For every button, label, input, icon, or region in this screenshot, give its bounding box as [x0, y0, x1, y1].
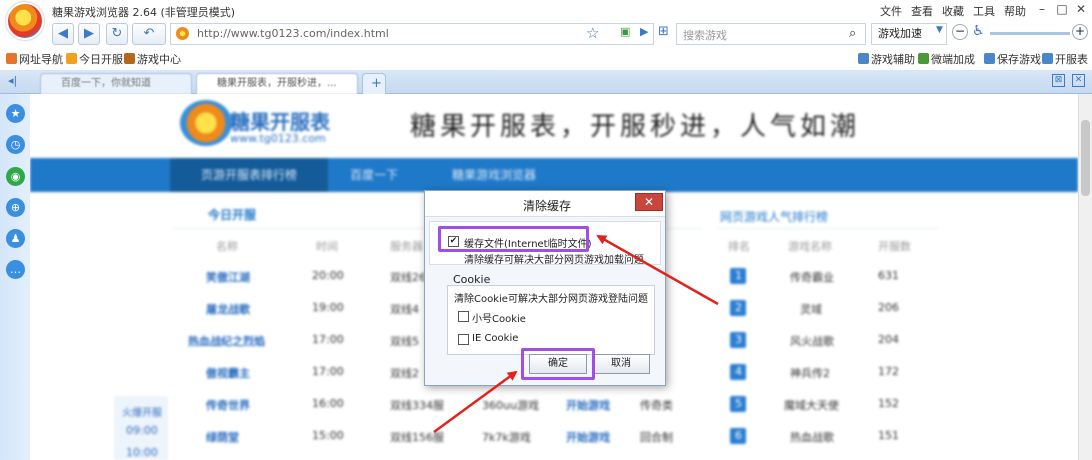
star-icon[interactable]: ★ [6, 104, 25, 123]
maximize-button[interactable]: □ [1054, 2, 1070, 16]
left-sidebar: ★ ◷ ◉ ⊕ ♟ … [0, 94, 30, 460]
bookmark-nav[interactable]: 网址导航 [6, 51, 63, 67]
menu-favorites[interactable]: 收藏 [942, 3, 964, 19]
rank-col-count: 开服数 [878, 240, 911, 253]
site-nav: 页游开服表排行榜 百度一下 糖果游戏浏览器 [30, 158, 1078, 192]
menu-view[interactable]: 查看 [911, 3, 933, 19]
minimize-button[interactable]: – [1034, 2, 1050, 16]
rank-col-rank: 排名 [728, 240, 750, 253]
tab-tg0123[interactable]: 糖果开服表，开服秒进，... [196, 73, 358, 94]
url-text[interactable]: http://www.tg0123.com/index.html [197, 27, 389, 40]
bookmark-save-game[interactable]: 保存游戏 [984, 51, 1041, 67]
bookmark-server-list[interactable]: 开服表 [1042, 51, 1088, 67]
rank-col-name: 游戏名称 [788, 240, 832, 253]
menu-help[interactable]: 帮助 [1004, 3, 1026, 19]
bookmark-today[interactable]: 今日开服 [66, 51, 123, 67]
title-bar: 糖果游戏浏览器 2.64 (非管理员模式) 文件 查看 收藏 工具 帮助 – □… [0, 0, 1092, 20]
small-cookie-label[interactable]: 小号Cookie [472, 310, 526, 325]
nav-bar: ◀ ▶ ↻ ↶ http://www.tg0123.com/index.html… [0, 20, 1092, 48]
site-logo-icon [180, 100, 232, 146]
restore-tabs-icon[interactable]: ⊠ [1052, 74, 1065, 87]
back-button[interactable]: ◀ [52, 23, 74, 45]
micro-icon [918, 53, 929, 64]
cancel-button[interactable]: 取消 [592, 354, 650, 374]
site-slogan: 糖果开服表，开服秒进，人气如潮 [410, 112, 861, 142]
forward-button[interactable]: ▶ [78, 23, 100, 45]
dialog-close-button[interactable]: ✕ [635, 193, 663, 211]
go-icon[interactable]: ▶ [640, 25, 648, 38]
close-tab-icon[interactable]: ✕ [1072, 74, 1085, 87]
cookie-desc: 清除Cookie可解决大部分网页游戏登陆问题 [454, 294, 648, 305]
zoom-in-button[interactable]: + [1072, 24, 1088, 40]
list-icon [1042, 53, 1053, 64]
ie-cookie-checkbox[interactable] [458, 334, 469, 345]
rank-title: 网页游戏人气排行榜 [720, 210, 829, 224]
bookmark-micro-accel[interactable]: 微端加成 [918, 51, 975, 67]
toolbox-icon[interactable]: ⊕ [6, 198, 25, 217]
cookie-group: 清除Cookie可解决大部分网页游戏登陆问题 小号Cookie IE Cooki… [447, 285, 655, 355]
site-url: www.tg0123.com [230, 132, 326, 145]
chevron-down-icon[interactable]: ▼ [936, 25, 943, 35]
tab-baidu[interactable]: 百度一下，你就知道 [40, 73, 192, 94]
site-nav-browser[interactable]: 糖果游戏浏览器 [452, 158, 536, 192]
qr-icon[interactable]: ▣ [620, 25, 630, 38]
zoom-out-button[interactable]: − [952, 24, 968, 40]
gamepad-icon[interactable]: ◉ [6, 167, 25, 186]
refresh-button[interactable]: ↻ [106, 23, 128, 45]
highlight-ok-button [521, 348, 595, 380]
nav-icon [6, 53, 17, 64]
app-title: 糖果游戏浏览器 2.64 (非管理员模式) [52, 6, 236, 19]
today-open-title: 今日开服 [208, 208, 257, 222]
browser-logo-icon [6, 2, 44, 40]
col-time: 时间 [316, 240, 338, 253]
game-center-icon [124, 53, 135, 64]
search-icon[interactable]: ⌕ [849, 26, 856, 41]
bookmarks-bar: 网址导航 今日开服 游戏中心 游戏辅助 微端加成 保存游戏 开服表 [0, 48, 1092, 68]
ie-cookie-label[interactable]: IE Cookie [472, 333, 518, 344]
game-search-icon: ⊞ [658, 24, 669, 39]
site-favicon-icon [176, 27, 189, 40]
favorite-star-icon[interactable]: ☆ [586, 24, 599, 42]
bookmark-game-assist[interactable]: 游戏辅助 [858, 51, 915, 67]
accel-label: 游戏加速 [878, 27, 922, 40]
game-search-input[interactable]: 搜索游戏 ⌕ [676, 23, 866, 45]
menu-tools[interactable]: 工具 [973, 3, 995, 19]
clock-icon[interactable]: ◷ [6, 135, 25, 154]
speed-runner-icon: ♿ [972, 23, 985, 39]
site-nav-ranking[interactable]: 页游开服表排行榜 [170, 158, 328, 192]
new-tab-button[interactable]: + [362, 73, 386, 94]
sidebar-toggle-icon[interactable]: ◂| [8, 74, 17, 87]
col-name: 名称 [216, 240, 238, 253]
cache-desc: 清除缓存可解决大部分网页游戏加载问题 [464, 255, 644, 266]
small-cookie-checkbox[interactable] [458, 311, 469, 322]
assist-icon [858, 53, 869, 64]
tab-strip: ◂| 百度一下，你就知道 糖果开服表，开服秒进，... + ⊠ ✕ [0, 70, 1092, 94]
hot-open-strip: 火爆开服 09:00 10:00 [114, 396, 168, 460]
dialog-header: 清除缓存 ✕ [425, 191, 665, 217]
close-window-button[interactable]: ✕ [1073, 2, 1089, 16]
highlight-cache-option [438, 226, 589, 252]
site-name: 糖果开服表 [230, 110, 330, 134]
speed-slider[interactable] [990, 32, 1070, 35]
chat-icon[interactable]: … [6, 260, 25, 279]
save-icon [984, 53, 995, 64]
col-server: 服务器 [390, 240, 423, 253]
bookmark-game-center[interactable]: 游戏中心 [124, 51, 181, 67]
undo-button[interactable]: ↶ [132, 23, 166, 45]
today-icon [66, 53, 77, 64]
site-nav-baidu[interactable]: 百度一下 [350, 158, 398, 192]
scrollbar-thumb[interactable] [1081, 120, 1090, 196]
address-bar[interactable]: http://www.tg0123.com/index.html [170, 23, 654, 45]
search-placeholder: 搜索游戏 [683, 29, 727, 42]
dialog-title: 清除缓存 [523, 199, 572, 213]
user-icon[interactable]: ♟ [6, 229, 25, 248]
menu-file[interactable]: 文件 [880, 3, 902, 19]
